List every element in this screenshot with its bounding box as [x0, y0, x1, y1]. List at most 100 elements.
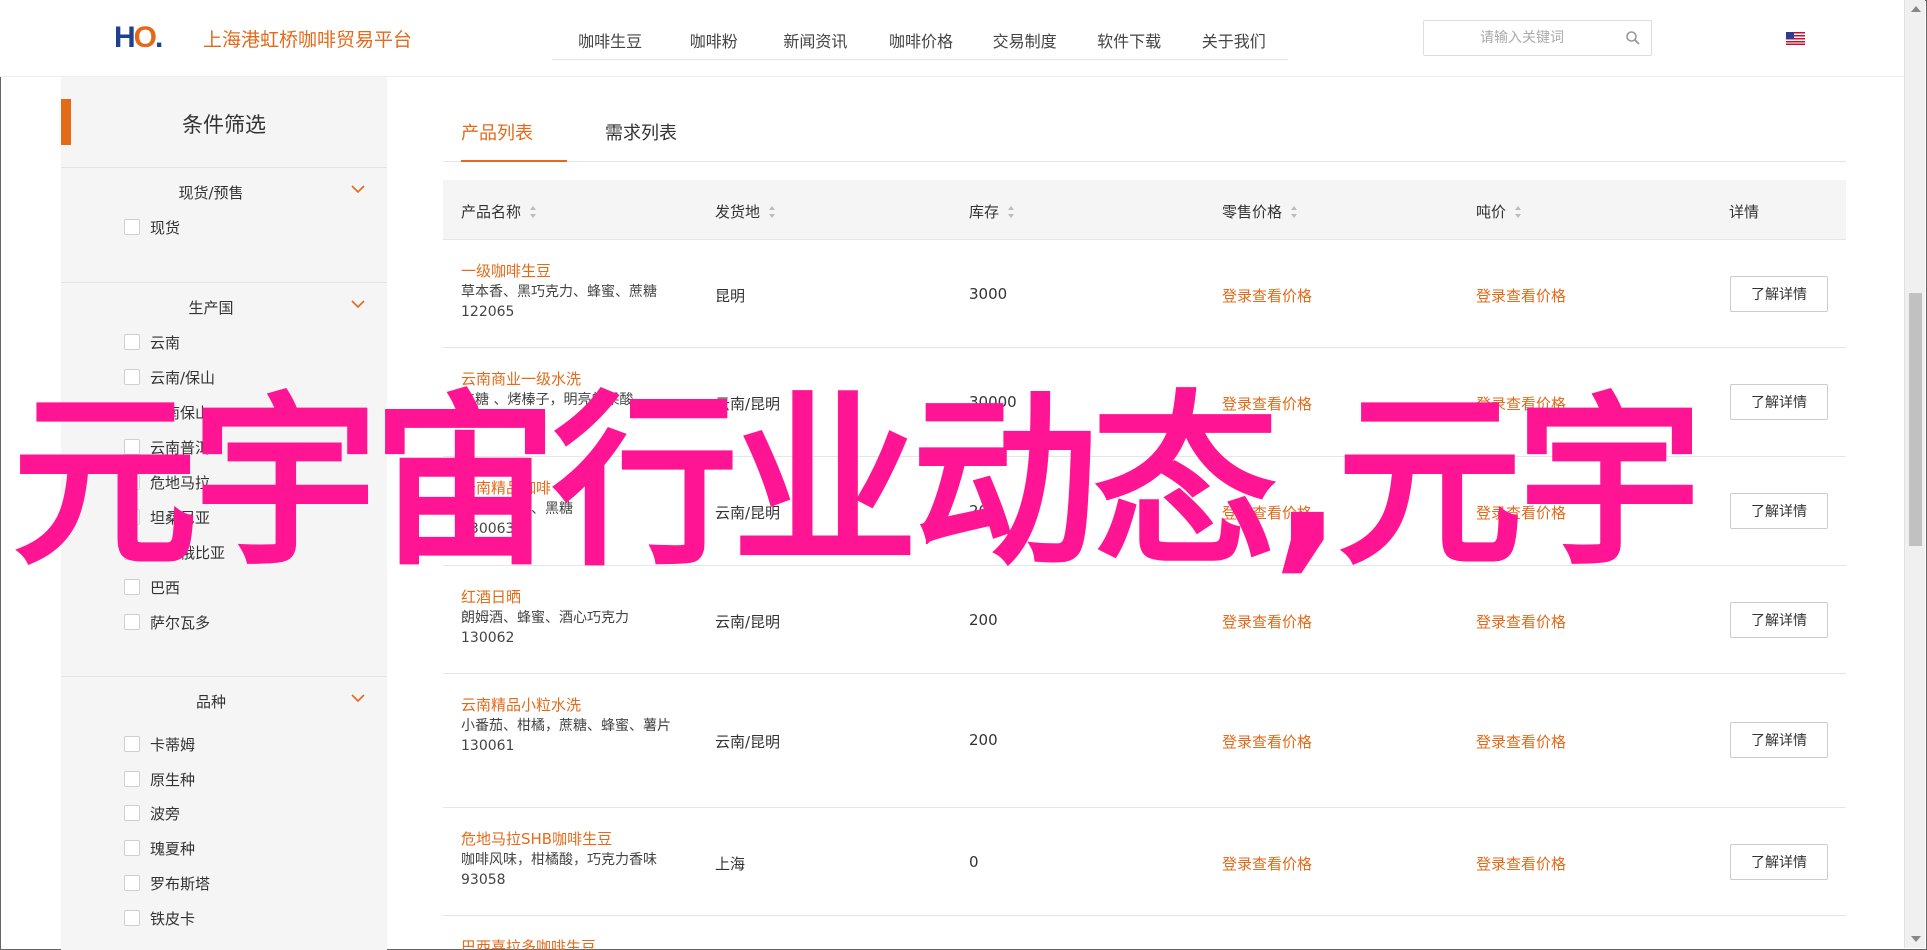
scroll-up-icon[interactable] [1911, 6, 1921, 12]
product-cell: 红酒日晒 朗姆酒、蜂蜜、酒心巧克力 130062 [461, 586, 691, 646]
filter-option[interactable]: 现货 [124, 216, 180, 238]
tab-product-list[interactable]: 产品列表 [461, 119, 567, 162]
chevron-down-icon[interactable] [350, 692, 366, 704]
column-header-retail-price[interactable]: 零售价格 [1222, 201, 1298, 222]
filter-option[interactable]: 波旁 [124, 802, 180, 824]
nav-item-coffee-powder[interactable]: 咖啡粉 [668, 18, 759, 59]
retail-price-login-link[interactable]: 登录查看价格 [1222, 853, 1312, 874]
product-name-link[interactable]: 一级咖啡生豆 [461, 260, 691, 281]
column-header-origin[interactable]: 发货地 [715, 201, 776, 222]
product-description: 咖啡风味，柑橘酸，巧克力香味 [461, 852, 657, 868]
column-header-label: 库存 [969, 203, 1000, 221]
chevron-down-icon[interactable] [350, 298, 366, 310]
checkbox[interactable] [124, 805, 140, 821]
product-tabs: 产品列表 需求列表 [443, 110, 1846, 162]
page-scrollbar[interactable] [1904, 0, 1925, 948]
checkbox[interactable] [124, 771, 140, 787]
checkbox[interactable] [124, 219, 140, 235]
us-flag-icon[interactable] [1786, 32, 1805, 45]
site-header: HO. 上海港虹桥咖啡贸易平台 咖啡生豆 咖啡粉 新闻资讯 咖啡价格 交易制度 … [0, 0, 1904, 77]
filter-group-title[interactable]: 品种 [61, 691, 361, 712]
filter-option[interactable]: 原生种 [124, 768, 195, 790]
product-cell: 云南精品小粒水洗 小番茄、柑橘，蔗糖、蜂蜜、薯片 130061 [461, 694, 691, 754]
nav-item-trading-rules[interactable]: 交易制度 [970, 18, 1078, 59]
column-header-product-name[interactable]: 产品名称 [461, 201, 537, 222]
ton-price-login-link[interactable]: 登录查看价格 [1476, 853, 1566, 874]
checkbox[interactable] [124, 910, 140, 926]
search-input[interactable] [1424, 21, 1620, 55]
retail-price-login-link[interactable]: 登录查看价格 [1222, 731, 1312, 752]
ton-price-login-link[interactable]: 登录查看价格 [1476, 731, 1566, 752]
product-code: 130062 [461, 630, 515, 646]
checkbox[interactable] [124, 614, 140, 630]
product-cell: 巴西喜拉多咖啡生豆 [461, 936, 691, 950]
filter-group-variety: 品种 卡蒂姆 原生种 波旁 瑰夏种 罗布斯塔 铁皮卡 [61, 676, 387, 950]
filter-option[interactable]: 罗布斯塔 [124, 872, 210, 894]
sort-icon[interactable] [1007, 205, 1015, 219]
chevron-down-icon[interactable] [350, 183, 366, 195]
nav-item-green-beans[interactable]: 咖啡生豆 [552, 18, 668, 59]
table-header: 产品名称 发货地 库存 零售价格 吨价 详情 [443, 180, 1846, 240]
tab-demand-list[interactable]: 需求列表 [605, 119, 677, 162]
details-button[interactable]: 了解详情 [1730, 844, 1828, 880]
sort-icon[interactable] [768, 205, 776, 219]
filter-option[interactable]: 瑰夏种 [124, 837, 195, 859]
product-description: 朗姆酒、蜂蜜、酒心巧克力 [461, 610, 629, 626]
checkbox[interactable] [124, 334, 140, 350]
product-cell: 危地马拉SHB咖啡生豆 咖啡风味，柑橘酸，巧克力香味 93058 [461, 828, 691, 888]
scroll-thumb[interactable] [1909, 293, 1922, 546]
product-name-link[interactable]: 巴西喜拉多咖啡生豆 [461, 936, 691, 950]
column-header-ton-price[interactable]: 吨价 [1476, 201, 1522, 222]
product-description: 草本香、黑巧克力、蜂蜜、蔗糖 [461, 284, 657, 300]
watermark-overlay: 元宇宙行业动态,元宇 [12, 374, 1703, 591]
stock-cell: 3000 [969, 285, 1008, 303]
search-box [1423, 20, 1652, 56]
filter-group-title[interactable]: 生产国 [61, 297, 361, 318]
filter-option-label: 卡蒂姆 [150, 735, 196, 754]
retail-price-login-link[interactable]: 登录查看价格 [1222, 285, 1312, 306]
sort-icon[interactable] [1290, 205, 1298, 219]
filter-option[interactable]: 萨尔瓦多 [124, 611, 210, 633]
nav-item-about[interactable]: 关于我们 [1180, 18, 1288, 59]
checkbox[interactable] [124, 736, 140, 752]
filter-group-title[interactable]: 现货/预售 [61, 182, 361, 203]
details-button[interactable]: 了解详情 [1730, 722, 1828, 758]
filter-option[interactable]: 卡蒂姆 [124, 733, 195, 755]
filter-option-label: 波旁 [150, 804, 181, 823]
site-logo[interactable]: HO. [114, 21, 172, 55]
stock-cell: 200 [969, 611, 998, 629]
checkbox[interactable] [124, 840, 140, 856]
ton-price-login-link[interactable]: 登录查看价格 [1476, 611, 1566, 632]
sort-icon[interactable] [529, 205, 537, 219]
checkbox[interactable] [124, 875, 140, 891]
filter-option-label: 罗布斯塔 [150, 874, 211, 893]
retail-price-login-link[interactable]: 登录查看价格 [1222, 611, 1312, 632]
product-code: 122065 [461, 304, 515, 320]
logo-text: HO. [114, 21, 163, 55]
table-row: 一级咖啡生豆 草本香、黑巧克力、蜂蜜、蔗糖 122065 昆明 3000 登录查… [443, 240, 1846, 348]
sort-icon[interactable] [1514, 205, 1522, 219]
filter-group-availability: 现货/预售 现货 [61, 167, 387, 282]
logo-period: . [155, 21, 163, 54]
filter-option-label: 云南 [150, 333, 181, 352]
nav-item-prices[interactable]: 咖啡价格 [872, 18, 971, 59]
scroll-down-icon[interactable] [1911, 936, 1921, 942]
table-row: 危地马拉SHB咖啡生豆 咖啡风味，柑橘酸，巧克力香味 93058 上海 0 登录… [443, 808, 1846, 916]
site-title[interactable]: 上海港虹桥咖啡贸易平台 [203, 25, 412, 52]
search-icon[interactable] [1625, 30, 1641, 46]
nav-item-downloads[interactable]: 软件下载 [1079, 18, 1180, 59]
product-name-link[interactable]: 云南精品小粒水洗 [461, 694, 691, 715]
origin-cell: 云南/昆明 [715, 733, 781, 751]
filter-option[interactable]: 云南 [124, 331, 180, 353]
nav-item-news[interactable]: 新闻资讯 [759, 18, 871, 59]
details-button[interactable]: 了解详情 [1730, 276, 1828, 312]
table-row: 巴西喜拉多咖啡生豆 [443, 916, 1846, 950]
stock-cell: 200 [969, 731, 998, 749]
filter-option[interactable]: 铁皮卡 [124, 907, 195, 929]
product-description: 小番茄、柑橘，蔗糖、蜂蜜、薯片 [461, 718, 671, 734]
origin-cell: 昆明 [715, 287, 746, 305]
product-name-link[interactable]: 危地马拉SHB咖啡生豆 [461, 828, 691, 849]
details-button[interactable]: 了解详情 [1730, 602, 1828, 638]
ton-price-login-link[interactable]: 登录查看价格 [1476, 285, 1566, 306]
column-header-stock[interactable]: 库存 [969, 201, 1015, 222]
